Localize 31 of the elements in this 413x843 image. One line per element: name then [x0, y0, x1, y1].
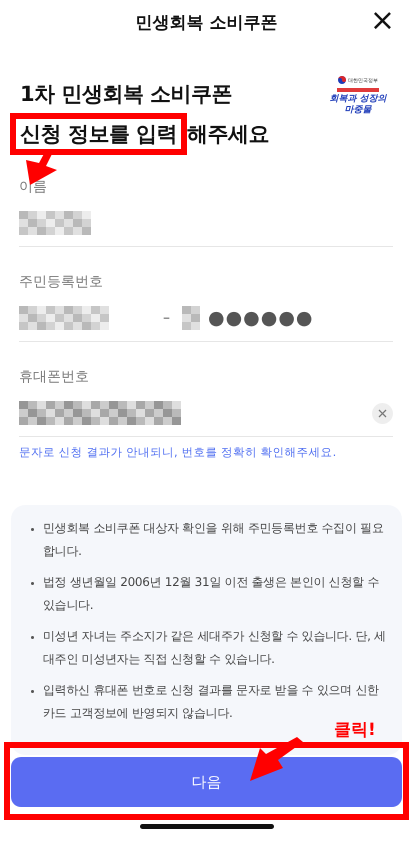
annotation-label: 클릭! [334, 719, 376, 741]
emblem-icon [338, 76, 346, 84]
input-field[interactable]: 주민등록번호 – ●●●●●● [19, 273, 393, 342]
page-heading: 1차 민생회복 소비쿠폰 [20, 81, 232, 108]
bullet-icon [31, 636, 34, 639]
logo-slogan: 회복과 성장의 [329, 94, 387, 105]
input-field[interactable]: 이름 [19, 178, 393, 247]
notice-text: 법정 생년월일 2006년 12월 31일 이전 출생은 본인이 신청할 수 있습니다. [43, 574, 380, 614]
logo-slogan: 마중물 [344, 105, 372, 116]
bullet-icon [31, 690, 34, 693]
next-button[interactable]: 다음 [11, 757, 402, 807]
highlighted-heading: 신청 정보를 입력 [10, 113, 188, 155]
clear-button[interactable] [372, 402, 393, 424]
notice-text: 입력하신 휴대폰 번호로 신청 결과를 문자로 받을 수 있으며 신한카드 고객정보에 반영되지 않습니다. [43, 682, 380, 722]
id-separator: – [163, 310, 170, 326]
notice-text: 미성년 자녀는 주소지가 같은 세대주가 신청할 수 있습니다. 단, 세대주인 미성년자는 직접 신청할 수 있습니다. [43, 628, 387, 668]
close-button[interactable]: × [366, 6, 399, 36]
field-label: 주민등록번호 [19, 273, 104, 291]
annotation-arrow [250, 737, 303, 781]
page-heading: 해주세요 [187, 121, 270, 148]
close-icon [378, 408, 387, 418]
screen-title: 민생회복 소비쿠폰 [136, 12, 278, 34]
masked-digits: ●●●●●● [208, 307, 314, 329]
bullet-icon [31, 528, 34, 531]
field-label: 휴대폰번호 [19, 368, 90, 386]
bullet-icon [31, 582, 34, 585]
field-label: 이름 [19, 178, 48, 196]
notice-text: 민생회복 소비쿠폰 대상자 확인을 위해 주민등록번호 수집이 필요합니다. [43, 520, 385, 560]
logo-stripe [337, 88, 379, 92]
field-hint: 문자로 신청 결과가 안내되니, 번호를 정확히 확인해주세요. [19, 445, 338, 460]
input-field[interactable]: 휴대폰번호 [19, 368, 393, 437]
